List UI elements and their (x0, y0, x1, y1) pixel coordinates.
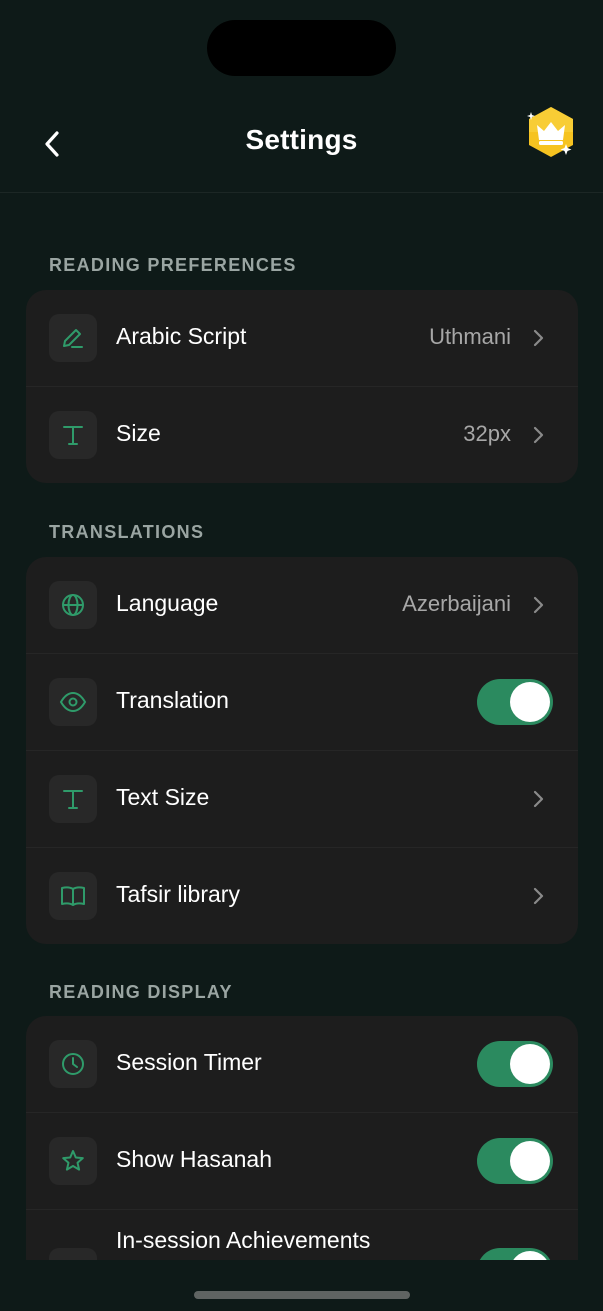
text-icon (49, 775, 97, 823)
page-title: Settings (245, 124, 358, 155)
session-timer-row: Session Timer (26, 1016, 578, 1113)
section-title-translations: TRANSLATIONS (49, 522, 205, 542)
reading-preferences-card: Arabic Script Uthmani Size 32px (26, 290, 578, 483)
toggle-knob (510, 1044, 550, 1084)
star-icon (49, 1137, 97, 1185)
language-row[interactable]: Language Azerbaijani (26, 557, 578, 654)
show-hasanah-toggle[interactable] (477, 1138, 553, 1184)
clock-icon (49, 1040, 97, 1088)
toggle-knob (510, 1141, 550, 1181)
trophy-icon (49, 1248, 97, 1260)
chevron-right-icon (533, 887, 544, 905)
chevron-right-icon (533, 596, 544, 614)
arabic-script-row[interactable]: Arabic Script Uthmani (26, 290, 578, 387)
arabic-script-value: Uthmani (429, 324, 511, 349)
size-row[interactable]: Size 32px (26, 387, 578, 483)
show-hasanah-label: Show Hasanah (116, 1146, 272, 1172)
in-session-achievements-row: In-session Achievements (26, 1210, 578, 1260)
translation-row: Translation (26, 654, 578, 751)
section-title-reading-preferences: READING PREFERENCES (49, 255, 297, 275)
language-label: Language (116, 590, 219, 616)
size-label: Size (116, 420, 161, 446)
tafsir-library-row[interactable]: Tafsir library (26, 848, 578, 944)
book-icon (49, 872, 97, 920)
chevron-right-icon (533, 790, 544, 808)
chevron-right-icon (533, 329, 544, 347)
toggle-knob (510, 682, 550, 722)
dynamic-island (207, 20, 396, 76)
session-timer-label: Session Timer (116, 1049, 262, 1075)
in-session-achievements-toggle[interactable] (477, 1248, 553, 1260)
toggle-knob (510, 1251, 550, 1260)
text-size-label: Text Size (116, 784, 210, 810)
arabic-script-label: Arabic Script (116, 323, 247, 349)
text-size-row[interactable]: Text Size (26, 751, 578, 848)
home-indicator (194, 1291, 410, 1299)
translations-card: Language Azerbaijani Translation Text Si… (26, 557, 578, 944)
premium-button[interactable] (522, 104, 580, 162)
section-title-reading-display: READING DISPLAY (49, 982, 233, 1002)
globe-icon (49, 581, 97, 629)
pen-icon (49, 314, 97, 362)
crown-icon (527, 107, 573, 157)
translation-label: Translation (116, 687, 229, 713)
language-value: Azerbaijani (402, 591, 511, 616)
translation-toggle[interactable] (477, 679, 553, 725)
show-hasanah-row: Show Hasanah (26, 1113, 578, 1210)
header: Settings (0, 96, 603, 193)
text-icon (49, 411, 97, 459)
in-session-achievements-label: In-session Achievements (116, 1227, 371, 1253)
tafsir-library-label: Tafsir library (116, 881, 240, 907)
chevron-right-icon (533, 426, 544, 444)
session-timer-toggle[interactable] (477, 1041, 553, 1087)
reading-display-card: Session Timer Show Hasanah In-session Ac… (26, 1016, 578, 1260)
size-value: 32px (463, 421, 511, 446)
eye-icon (49, 678, 97, 726)
